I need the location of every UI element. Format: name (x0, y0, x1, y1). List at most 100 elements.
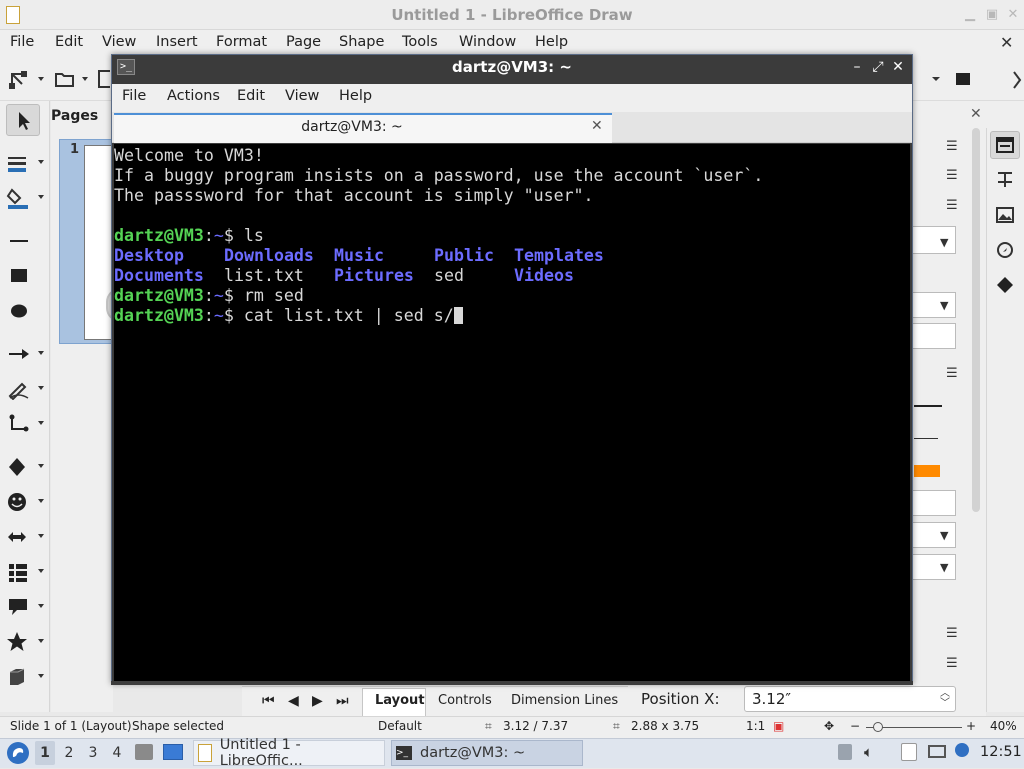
terminal-menu-file[interactable]: File (122, 88, 146, 104)
clock[interactable]: 12:51 (980, 744, 1022, 760)
tab-controls[interactable]: Controls (438, 693, 492, 708)
stars-icon[interactable] (6, 627, 46, 657)
document-modified-icon[interactable]: ▣ (773, 719, 784, 733)
volume-icon[interactable]: 🔈︎ (864, 743, 873, 761)
terminal-menu-actions[interactable]: Actions (167, 88, 220, 104)
terminal-menu-edit[interactable]: Edit (237, 88, 265, 104)
update-notifier-icon[interactable] (955, 743, 969, 757)
lo-menu-file[interactable]: File (10, 34, 34, 50)
close-sidebar-icon[interactable]: ✕ (970, 106, 982, 122)
maximize-icon[interactable]: ⤢ (870, 59, 886, 75)
workspace-2[interactable]: 2 (59, 745, 79, 761)
workspace-3[interactable]: 3 (83, 745, 103, 761)
lo-menu-edit[interactable]: Edit (55, 34, 83, 50)
flowchart-icon[interactable] (6, 557, 46, 587)
minimize-icon[interactable]: – (849, 59, 865, 75)
gallery-tab-icon[interactable] (995, 205, 1015, 225)
toolbar-overflow-icons[interactable] (916, 70, 1024, 90)
save-icon[interactable] (98, 70, 110, 88)
ellipse-tool[interactable] (6, 296, 46, 326)
sidebar-dropdown[interactable] (912, 554, 956, 580)
close-tab-icon[interactable]: ✕ (591, 118, 603, 134)
zoom-slider-handle[interactable] (873, 722, 883, 732)
sidebar-dropdown[interactable] (912, 226, 956, 254)
next-page-icon[interactable]: ▶ (312, 693, 323, 709)
lo-menu-page[interactable]: Page (286, 34, 321, 50)
lo-menu-format[interactable]: Format (216, 34, 267, 50)
notes-icon[interactable] (901, 743, 917, 761)
zoom-in-icon[interactable]: + (966, 719, 976, 733)
minimize-icon[interactable]: ▁ (962, 8, 978, 22)
terminal-menu-view[interactable]: View (285, 88, 319, 104)
arrow-line-tool[interactable] (6, 339, 46, 369)
sidebar-dropdown[interactable] (912, 522, 956, 548)
symbol-shapes-smiley-icon[interactable] (6, 487, 46, 517)
maximize-icon[interactable]: ▣ (984, 8, 1000, 22)
workspace-1[interactable]: 1 (35, 745, 55, 761)
chevron-down-icon[interactable] (38, 77, 44, 81)
open-folder-icon[interactable] (55, 70, 75, 88)
task-libreoffice[interactable]: Untitled 1 - LibreOffic... (193, 737, 385, 769)
line-color-swatch[interactable] (914, 465, 940, 477)
chevron-down-icon[interactable]: ▼ (940, 529, 948, 542)
menu-icon[interactable]: ☰ (946, 656, 958, 671)
line-color-tool[interactable] (6, 148, 46, 178)
transformations-icon[interactable] (8, 66, 34, 90)
chevron-down-icon[interactable]: ▼ (940, 236, 948, 249)
terminal-prompt-line[interactable]: dartz@VM3:~$ cat list.txt | sed s/ (114, 306, 463, 326)
network-icon[interactable] (928, 745, 946, 758)
first-page-icon[interactable]: ⏮ (262, 693, 275, 709)
lo-menu-window[interactable]: Window (459, 34, 516, 50)
block-arrows-icon[interactable] (6, 522, 46, 552)
line-style-preview[interactable] (914, 405, 942, 407)
menu-icon[interactable]: ☰ (946, 626, 958, 641)
close-icon[interactable]: ✕ (890, 59, 906, 75)
lo-menu-view[interactable]: View (102, 34, 136, 50)
menu-icon[interactable]: ☰ (946, 198, 958, 213)
connector-tool[interactable] (6, 409, 46, 439)
sidebar-scrollbar[interactable] (972, 128, 980, 512)
sidebar-spin-field[interactable] (912, 490, 956, 516)
properties-tab-icon[interactable] (990, 131, 1020, 159)
terminal-output[interactable] (114, 144, 910, 681)
line-width-preview[interactable] (914, 438, 938, 439)
styles-tab-icon[interactable] (995, 170, 1015, 190)
workspace-4[interactable]: 4 (107, 745, 127, 761)
status-zoom[interactable]: 40% (990, 719, 1017, 733)
select-tool[interactable] (6, 104, 40, 136)
menu-icon[interactable]: ☰ (946, 139, 958, 154)
fill-color-tool[interactable] (6, 183, 46, 213)
close-document-icon[interactable]: ✕ (1000, 33, 1013, 52)
spin-arrows-icon[interactable]: ︿ ﹀ (940, 689, 950, 709)
rectangle-tool[interactable] (6, 261, 46, 291)
callouts-icon[interactable] (6, 592, 46, 622)
shapes-tab-icon[interactable] (995, 275, 1015, 295)
lo-menu-insert[interactable]: Insert (156, 34, 198, 50)
menu-icon[interactable]: ☰ (946, 366, 958, 381)
sidebar-dropdown[interactable] (912, 292, 956, 318)
3d-objects-icon[interactable] (6, 662, 46, 692)
navigator-tab-icon[interactable] (995, 240, 1015, 260)
freeform-curve-tool[interactable] (6, 374, 46, 404)
close-icon[interactable]: ✕ (1005, 8, 1021, 22)
terminal-menu-help[interactable]: Help (339, 88, 372, 104)
line-tool[interactable] (6, 226, 46, 256)
previous-page-icon[interactable]: ◀ (288, 693, 299, 709)
tab-dimension-lines[interactable]: Dimension Lines (511, 693, 618, 708)
task-terminal[interactable]: >_ dartz@VM3: ~ (391, 740, 583, 766)
lo-menu-help[interactable]: Help (535, 34, 568, 50)
lo-menu-tools[interactable]: Tools (402, 34, 438, 50)
menu-icon[interactable]: ☰ (946, 168, 958, 183)
fit-to-window-icon[interactable]: ✥ (824, 719, 834, 733)
basic-shapes-diamond-icon[interactable] (6, 452, 46, 482)
zoom-out-icon[interactable]: − (850, 719, 860, 733)
last-page-icon[interactable]: ⏭ (336, 693, 349, 709)
show-desktop-icon[interactable] (163, 744, 183, 760)
lo-menu-shape[interactable]: Shape (339, 34, 384, 50)
chevron-down-icon[interactable] (82, 77, 88, 81)
start-menu-icon[interactable] (7, 742, 29, 764)
chevron-down-icon[interactable]: ▼ (940, 299, 948, 312)
chevron-down-icon[interactable]: ▼ (940, 561, 948, 574)
sidebar-spin-field[interactable] (912, 323, 956, 349)
clipboard-icon[interactable] (838, 744, 852, 760)
